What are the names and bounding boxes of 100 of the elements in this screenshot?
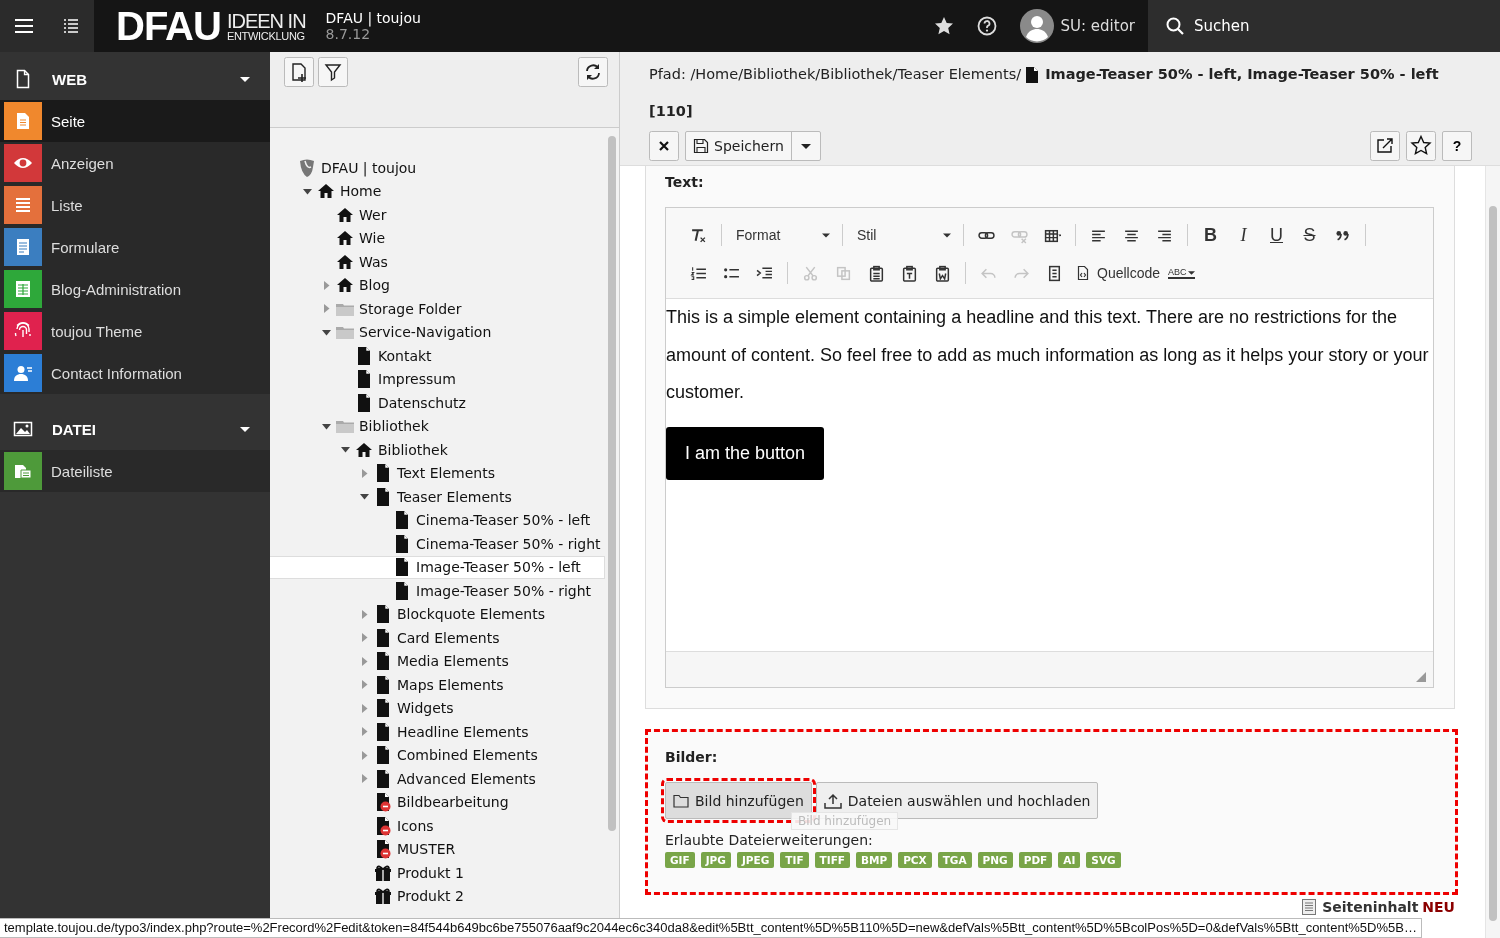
tree-node[interactable]: Teaser Elements bbox=[270, 485, 605, 509]
bold-button[interactable]: B bbox=[1194, 224, 1227, 246]
list-icon[interactable] bbox=[63, 18, 79, 34]
tree-node[interactable]: Produkt 2 bbox=[270, 884, 605, 908]
module-group-header[interactable]: WEB bbox=[0, 58, 270, 100]
module-item[interactable]: Liste bbox=[0, 184, 270, 226]
dropdown[interactable]: Format bbox=[728, 227, 836, 243]
tree-node[interactable]: Text Elements bbox=[270, 461, 605, 485]
caret-right-icon[interactable] bbox=[360, 656, 369, 666]
help-button[interactable]: ? bbox=[1442, 131, 1472, 161]
tree-node[interactable]: Datenschutz bbox=[270, 391, 605, 415]
spellcheck-button[interactable]: ABC bbox=[1168, 267, 1195, 279]
numbered-list-icon[interactable] bbox=[690, 264, 707, 282]
tree-node[interactable]: Widgets bbox=[270, 696, 605, 720]
resize-handle-icon[interactable] bbox=[1416, 672, 1426, 682]
external-link-icon[interactable] bbox=[1370, 131, 1400, 161]
tree-node[interactable]: Bibliothek bbox=[270, 438, 605, 462]
italic-button[interactable]: I bbox=[1227, 224, 1260, 246]
tree-node[interactable]: Headline Elements bbox=[270, 720, 605, 744]
refresh-icon[interactable] bbox=[578, 57, 608, 87]
caret-right-icon[interactable] bbox=[360, 609, 369, 619]
module-item[interactable]: Formulare bbox=[0, 226, 270, 268]
file-type-badge: TGA bbox=[937, 852, 972, 868]
module-item[interactable]: Contact Information bbox=[0, 352, 270, 394]
underline-button[interactable]: U bbox=[1260, 224, 1293, 246]
tree-node[interactable]: Storage Folder bbox=[270, 297, 605, 321]
tree-node[interactable]: MUSTER bbox=[270, 837, 605, 861]
caret-down-icon[interactable] bbox=[303, 186, 312, 196]
tree-node[interactable]: Was bbox=[270, 250, 605, 274]
show-blocks-icon[interactable] bbox=[1046, 264, 1063, 282]
tree-node[interactable]: Blog bbox=[270, 273, 605, 297]
tree-node[interactable]: Impressum bbox=[270, 367, 605, 391]
search-button[interactable]: Suchen bbox=[1148, 0, 1500, 52]
logo-icon bbox=[297, 157, 317, 178]
caret-right-icon[interactable] bbox=[360, 750, 369, 760]
tree-node[interactable]: Cinema-Teaser 50% - left bbox=[270, 508, 605, 532]
menu-icon[interactable] bbox=[15, 19, 33, 33]
file-type-badge: PCX bbox=[898, 852, 932, 868]
tree-node[interactable]: Media Elements bbox=[270, 649, 605, 673]
tree-node[interactable]: Advanced Elements bbox=[270, 767, 605, 791]
tree-node[interactable]: Service-Navigation bbox=[270, 320, 605, 344]
clipboard-text-icon[interactable] bbox=[901, 264, 918, 282]
tree-node[interactable]: Blockquote Elements bbox=[270, 602, 605, 626]
tree-node[interactable]: Wer bbox=[270, 203, 605, 227]
caret-down-icon[interactable] bbox=[341, 445, 350, 455]
tree-node[interactable]: Bibliothek bbox=[270, 414, 605, 438]
file-type-badge: TIF bbox=[780, 852, 809, 868]
help-icon[interactable] bbox=[976, 16, 997, 36]
caret-down-icon[interactable] bbox=[360, 492, 369, 502]
caret-down-icon[interactable] bbox=[322, 421, 331, 431]
dropdown[interactable]: Stil bbox=[849, 227, 957, 243]
tree-node[interactable]: Combined Elements bbox=[270, 743, 605, 767]
caret-right-icon[interactable] bbox=[322, 304, 331, 314]
new-page-icon[interactable] bbox=[284, 57, 314, 87]
file-type-badge: BMP bbox=[856, 852, 893, 868]
tree-node[interactable]: Card Elements bbox=[270, 626, 605, 650]
tree-node[interactable]: DFAU | toujou bbox=[270, 156, 605, 180]
module-item[interactable]: Anzeigen bbox=[0, 142, 270, 184]
floppy-disk-icon bbox=[693, 138, 709, 154]
breadcrumb-path: Pfad: /Home/Bibliothek/Bibliothek/Teaser Elements/ bbox=[649, 65, 1022, 84]
module-item[interactable]: Dateiliste bbox=[0, 450, 270, 492]
status-url: template.toujou.de/typo3/index.php?route=%2Frecord%2Fedit&token=84f544b649bc6be755076aaf9c2044ec6c340da8&edit%5Btt_content%5D%5B110%5D=new&defVals%5Btt_content%5D%5BcolPos%5D=0&defVals%5Btt_content%5D%5B… bbox=[0, 918, 1422, 938]
record-id: [110] bbox=[649, 102, 694, 121]
caret-down-icon[interactable] bbox=[322, 327, 331, 337]
caret-right-icon[interactable] bbox=[360, 468, 369, 478]
page-icon bbox=[1025, 65, 1040, 84]
scrollbar-thumb[interactable] bbox=[1489, 206, 1497, 921]
clear-format-icon[interactable] bbox=[690, 226, 707, 244]
tree-node[interactable]: Icons bbox=[270, 814, 605, 838]
caret-right-icon[interactable] bbox=[322, 280, 331, 290]
module-item[interactable]: Blog-Administration bbox=[0, 268, 270, 310]
strike-button[interactable]: S bbox=[1293, 224, 1326, 246]
tree-node[interactable]: Wie bbox=[270, 226, 605, 250]
filter-icon[interactable] bbox=[318, 57, 348, 87]
module-item[interactable]: toujou Theme bbox=[0, 310, 270, 352]
caret-right-icon[interactable] bbox=[360, 774, 369, 784]
caret-right-icon[interactable] bbox=[360, 727, 369, 737]
tree-node[interactable]: Image-Teaser 50% - right bbox=[270, 579, 605, 603]
tree-node[interactable]: Cinema-Teaser 50% - right bbox=[270, 532, 605, 556]
tree-node[interactable]: Produkt 1 bbox=[270, 861, 605, 885]
clipboard-icon[interactable] bbox=[868, 264, 885, 282]
tree-node[interactable]: Bildbearbeitung bbox=[270, 790, 605, 814]
caret-right-icon[interactable] bbox=[360, 633, 369, 643]
caret-right-icon[interactable] bbox=[360, 703, 369, 713]
caret-right-icon[interactable] bbox=[360, 680, 369, 690]
tree-node[interactable]: Kontakt bbox=[270, 344, 605, 368]
module-item[interactable]: Seite bbox=[0, 100, 270, 142]
search-icon bbox=[1166, 17, 1184, 35]
content-button[interactable]: I am the button bbox=[666, 426, 825, 480]
scrollbar-thumb[interactable] bbox=[608, 136, 616, 831]
new-label: NEU bbox=[1422, 899, 1455, 915]
tree-node[interactable]: Maps Elements bbox=[270, 673, 605, 697]
tree-node[interactable]: Home bbox=[270, 179, 605, 203]
close-icon[interactable] bbox=[649, 131, 679, 161]
source-button[interactable]: Quellcode bbox=[1075, 265, 1161, 281]
star-icon[interactable] bbox=[933, 16, 954, 36]
module-group-header[interactable]: DATEI bbox=[0, 408, 270, 450]
clipboard-word-icon[interactable] bbox=[934, 264, 951, 282]
user-menu[interactable]: SU: editor bbox=[1019, 9, 1135, 43]
tree-node[interactable]: Image-Teaser 50% - left bbox=[270, 555, 605, 579]
